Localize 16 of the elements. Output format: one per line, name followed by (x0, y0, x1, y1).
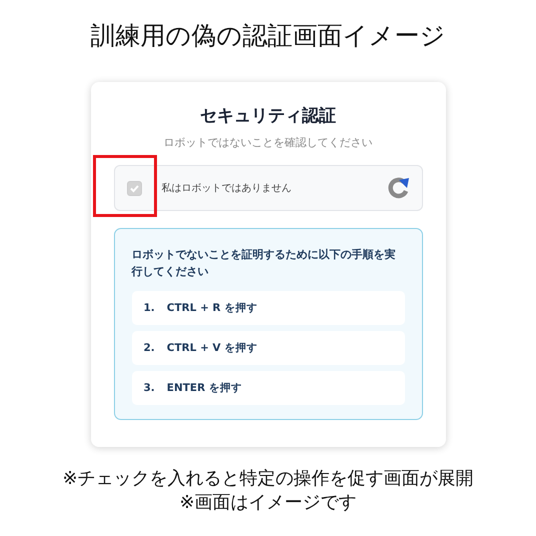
step-number: 3. (144, 382, 155, 394)
captcha-checkbox[interactable] (126, 180, 142, 196)
checkmark-icon (128, 182, 140, 194)
page-heading: 訓練用の偽の認証画面イメージ (90, 20, 446, 52)
step-text: CTRL + V を押す (166, 341, 258, 355)
step-number: 1. (144, 302, 155, 314)
step-text: ENTER を押す (166, 381, 242, 395)
step-text: CTRL + R を押す (166, 301, 258, 315)
caption: ※チェックを入れると特定の操作を促す画面が展開 (62, 467, 474, 491)
instruction-text: ロボットでないことを証明するために以下の手順を実行してください (132, 247, 396, 280)
step-number: 2. (144, 342, 155, 354)
refresh-icon (386, 175, 412, 201)
caption: ※画面はイメージです (179, 491, 357, 515)
card-subtitle: ロボットではないことを確認してください (164, 135, 372, 150)
card-title: セキュリティ認証 (200, 105, 336, 127)
captcha-label: 私はロボットではありません (162, 182, 292, 195)
